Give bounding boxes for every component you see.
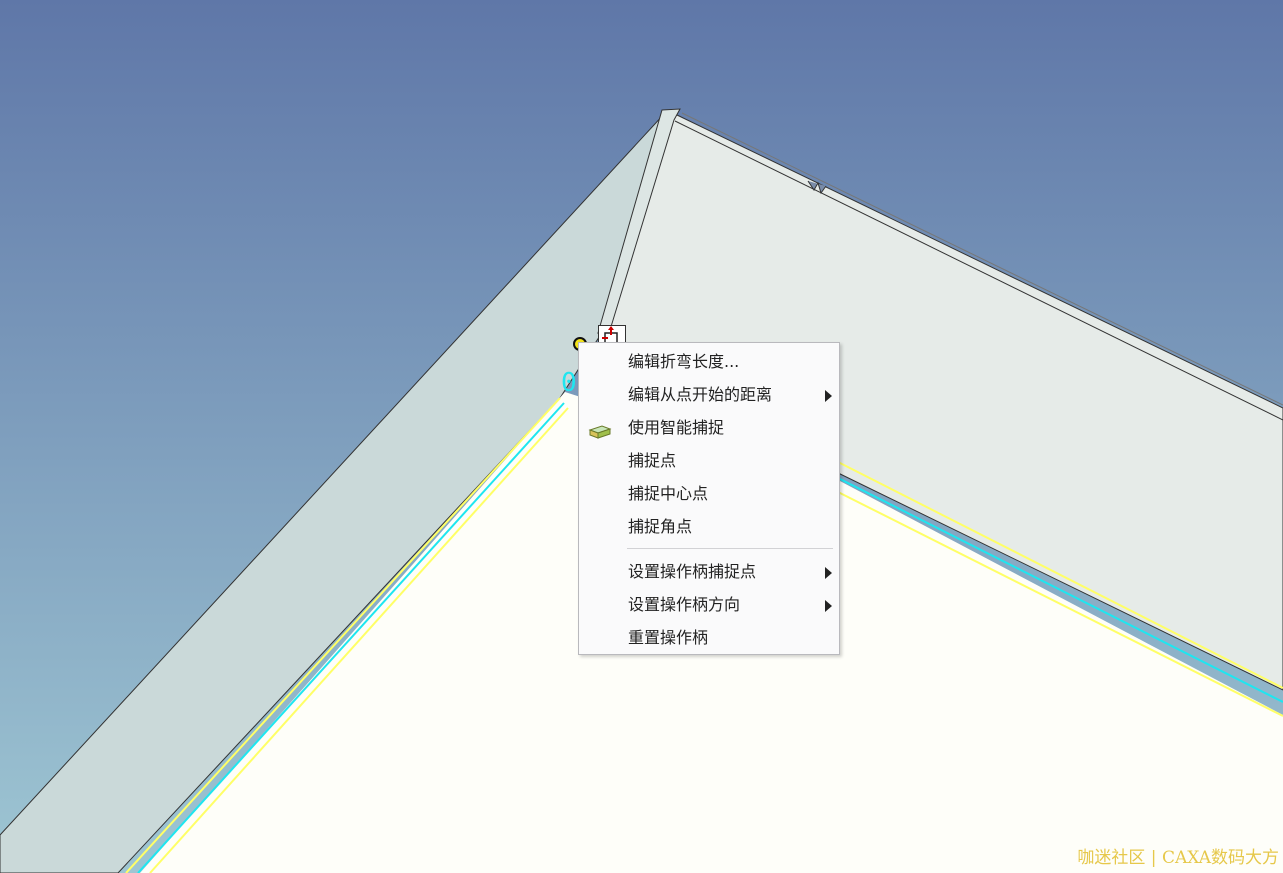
watermark: 咖迷社区 | CAXA数码大方 <box>1077 848 1279 868</box>
menu-item-label: 设置操作柄捕捉点 <box>628 562 757 581</box>
menu-item-snap-corner-point[interactable]: 捕捉角点 <box>579 512 839 542</box>
menu-item-label: 捕捉中心点 <box>628 484 709 503</box>
smart-snap-icon <box>588 420 612 439</box>
menu-separator <box>627 548 833 549</box>
menu-item-label: 使用智能捕捉 <box>628 418 725 437</box>
menu-item-label: 设置操作柄方向 <box>628 595 741 614</box>
menu-item-label: 重置操作柄 <box>628 628 709 647</box>
menu-item-edit-bend-length[interactable]: 编辑折弯长度... <box>579 347 839 377</box>
menu-item-snap-point[interactable]: 捕捉点 <box>579 446 839 476</box>
dimension-value[interactable]: 0 <box>561 370 577 396</box>
menu-item-reset-handle[interactable]: 重置操作柄 <box>579 623 839 653</box>
menu-item-label: 编辑折弯长度... <box>628 352 740 371</box>
menu-item-label: 捕捉角点 <box>628 517 693 536</box>
submenu-arrow-icon <box>825 390 832 402</box>
submenu-arrow-icon <box>825 567 832 579</box>
menu-item-set-handle-snap-point[interactable]: 设置操作柄捕捉点 <box>579 557 839 587</box>
menu-item-use-smart-snap[interactable]: 使用智能捕捉 <box>579 413 839 443</box>
menu-item-set-handle-direction[interactable]: 设置操作柄方向 <box>579 590 839 620</box>
menu-item-label: 捕捉点 <box>628 451 677 470</box>
context-menu: 编辑折弯长度... 编辑从点开始的距离 使用智能捕捉 捕捉点 捕捉中心点 捕捉角… <box>578 342 840 655</box>
menu-item-edit-distance-from-point[interactable]: 编辑从点开始的距离 <box>579 380 839 410</box>
menu-item-snap-center-point[interactable]: 捕捉中心点 <box>579 479 839 509</box>
menu-item-label: 编辑从点开始的距离 <box>628 385 773 404</box>
submenu-arrow-icon <box>825 600 832 612</box>
